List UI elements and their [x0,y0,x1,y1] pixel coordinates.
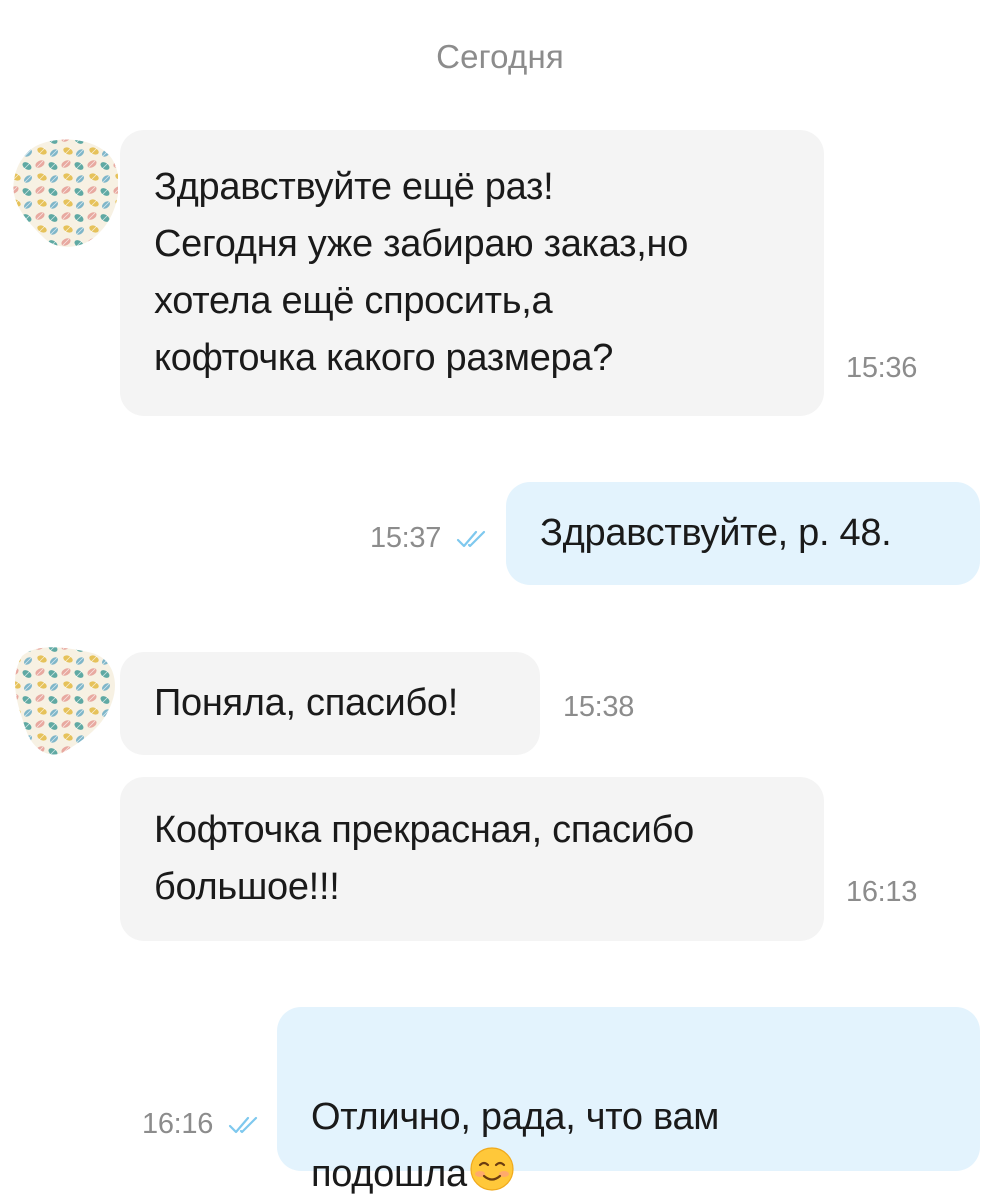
message-bubble-incoming[interactable]: Здравствуйте ещё раз! Сегодня уже забира… [120,130,824,416]
smiling-face-emoji [470,1147,514,1191]
double-check-icon [228,1116,258,1134]
message-timestamp: 15:38 [563,691,635,723]
message-timestamp: 15:37 [370,522,442,554]
message-timestamp: 15:36 [846,352,918,384]
contact-avatar[interactable] [8,640,118,760]
message-timestamp: 16:16 [142,1108,214,1140]
message-bubble-outgoing[interactable]: Здравствуйте, р. 48. [506,482,980,585]
contact-avatar[interactable] [8,132,118,252]
message-timestamp: 16:13 [846,876,918,908]
message-bubble-incoming[interactable]: Кофточка прекрасная, спасибо большое!!! [120,777,824,941]
message-bubble-outgoing[interactable]: Отлично, рада, что вам подошла [277,1007,980,1195]
date-separator: Сегодня [436,38,564,75]
double-check-icon [456,530,486,548]
message-text: Отлично, рада, что вам подошла [311,1096,720,1195]
message-bubble-incoming[interactable]: Поняла, спасибо! [120,652,540,755]
